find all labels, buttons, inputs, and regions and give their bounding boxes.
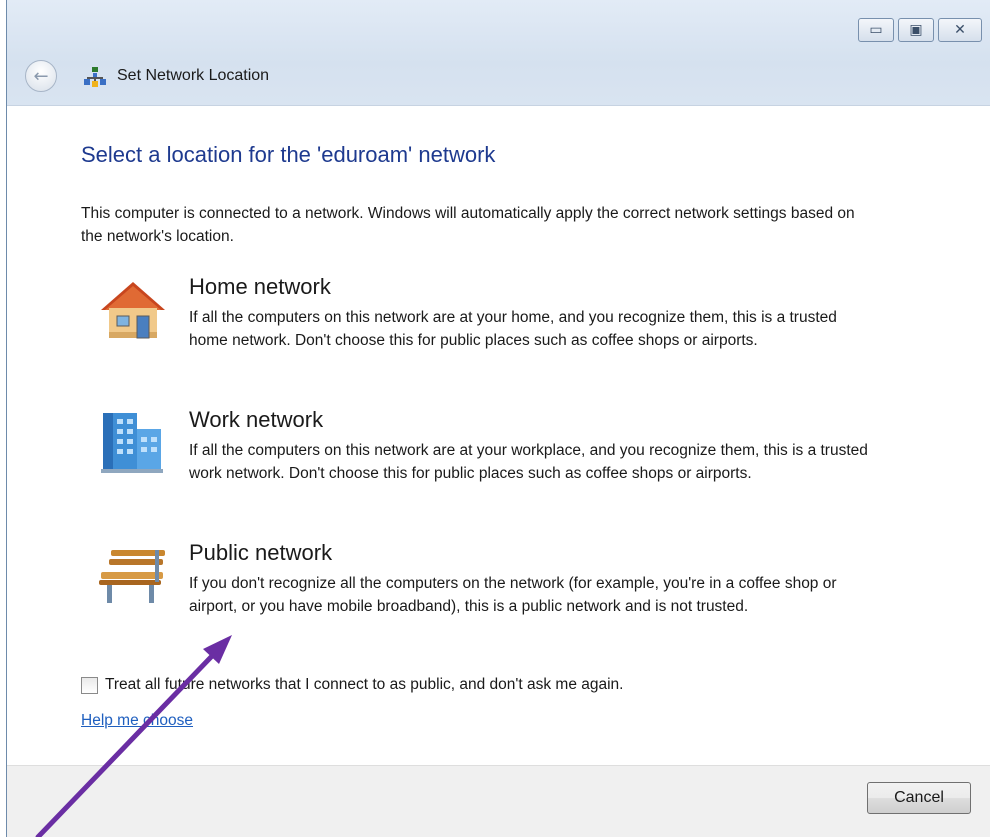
content-area: Select a location for the 'eduroam' netw… — [7, 105, 990, 765]
minimize-icon: ▭ — [869, 22, 883, 38]
treat-public-checkbox-row[interactable]: Treat all future networks that I connect… — [81, 676, 623, 694]
back-button[interactable]: ← — [25, 60, 57, 92]
cancel-button[interactable]: Cancel — [867, 782, 971, 814]
treat-public-checkbox[interactable] — [81, 676, 98, 694]
house-icon — [101, 282, 165, 339]
option-title: Work network — [189, 407, 324, 432]
option-public-network[interactable]: Public network If you don't recognize al… — [97, 540, 857, 650]
maximize-icon: ▣ — [909, 22, 923, 38]
option-title: Public network — [189, 540, 333, 565]
back-arrow-icon: ← — [33, 65, 49, 87]
set-network-location-window: ▭ ▣ ✕ ← Set Network Location Select a lo… — [6, 0, 990, 837]
option-description: If you don't recognize all the computers… — [189, 575, 837, 615]
office-building-icon — [101, 413, 163, 473]
option-home-network[interactable]: Home network If all the computers on thi… — [97, 274, 857, 384]
window-title: Set Network Location — [117, 67, 270, 84]
help-me-choose-link[interactable]: Help me choose — [81, 712, 193, 730]
park-bench-icon — [99, 550, 165, 603]
dialog-footer: Cancel — [7, 765, 990, 837]
checkbox-label: Treat all future networks that I connect… — [105, 676, 624, 693]
network-icon — [84, 67, 106, 87]
option-title: Home network — [189, 274, 331, 299]
intro-text: This computer is connected to a network.… — [81, 205, 855, 245]
caption-buttons: ▭ ▣ ✕ — [858, 18, 982, 42]
option-work-network[interactable]: Work network If all the computers on thi… — [97, 407, 868, 517]
page-heading: Select a location for the 'eduroam' netw… — [81, 142, 496, 167]
minimize-button[interactable]: ▭ — [858, 18, 894, 42]
maximize-button[interactable]: ▣ — [898, 18, 934, 42]
title-bar: ▭ ▣ ✕ ← Set Network Location — [7, 0, 990, 105]
option-description: If all the computers on this network are… — [189, 442, 868, 482]
close-button[interactable]: ✕ — [938, 18, 982, 42]
option-description: If all the computers on this network are… — [189, 309, 837, 349]
close-icon: ✕ — [954, 22, 966, 38]
